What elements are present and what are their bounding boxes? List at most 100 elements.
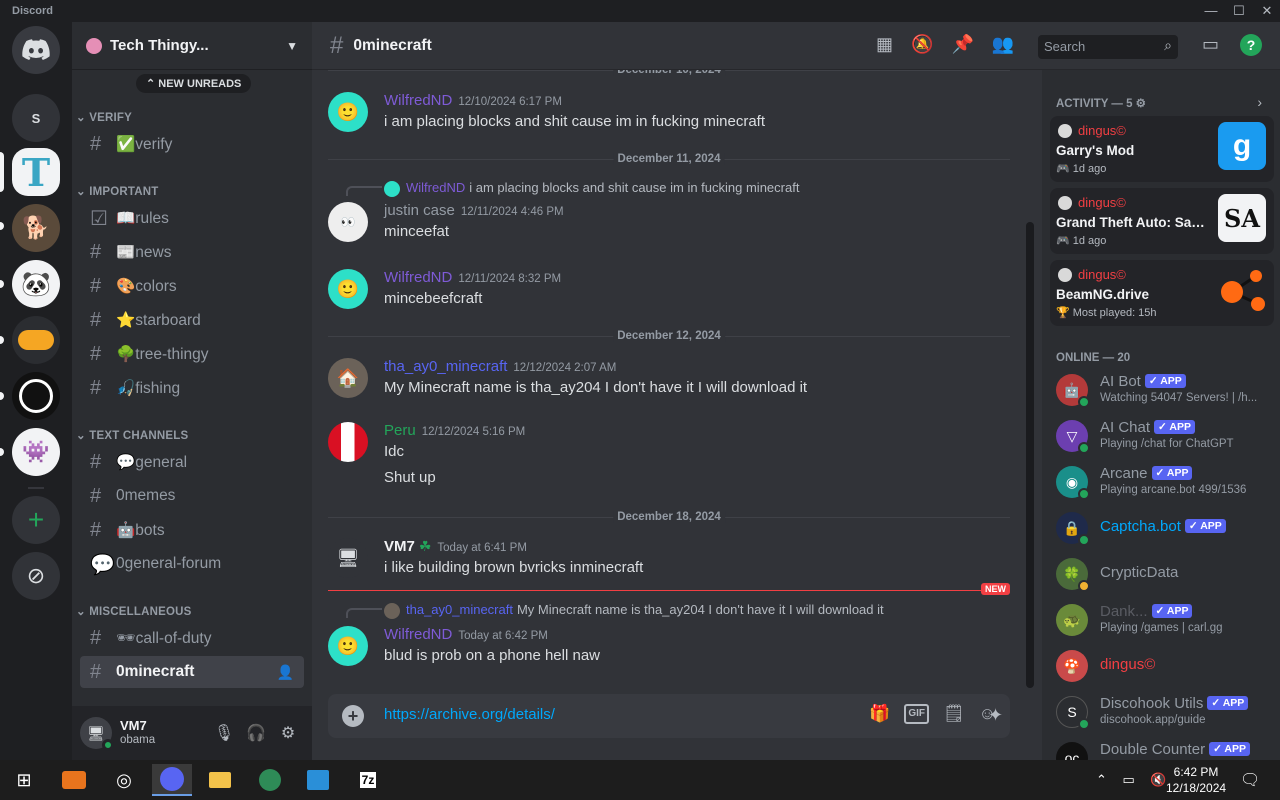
headphones-icon[interactable]: 🎧 [240,717,272,749]
microphone-icon[interactable]: 🎙 [208,717,240,749]
activity-card[interactable]: dingus© Garry's Mod 🎮 1d ago g [1050,116,1274,182]
reply-preview[interactable]: tha_ay0_minecraft My Minecraft name is th… [384,602,884,619]
taskbar-7zip-icon[interactable]: 7z [348,764,388,796]
help-icon[interactable]: ? [1240,34,1262,56]
close-button[interactable]: ✕ [1252,2,1280,20]
member-item[interactable]: ▽ AI Chat ✓ APP Playing /chat for ChatGPT [1056,416,1276,458]
server-reddit-icon[interactable]: 👾 [12,428,60,476]
activity-card[interactable]: dingus© Grand Theft Auto: San ... 🎮 1d a… [1050,188,1274,254]
category-important[interactable]: ⌄ IMPORTANT [76,184,159,198]
avatar[interactable]: 🖥 [328,538,368,578]
activity-header: ACTIVITY — 5 ⚙ [1056,98,1146,110]
gif-button[interactable]: GIF [904,704,930,724]
inbox-icon[interactable]: ▭ [1202,34,1219,55]
new-unreads-pill[interactable]: ⌃ NEW UNREADS [136,74,252,93]
server-obs-icon[interactable] [12,372,60,420]
message-author[interactable]: Peru [384,422,416,439]
server-face-icon[interactable]: 🐼 [12,260,60,308]
message-author[interactable]: WilfredND [384,92,452,109]
server-s[interactable]: S [12,94,60,142]
message: 🖥 VM7 ☘ Today at 6:41 PM i like building b… [328,538,1018,582]
channel-bots[interactable]: # 🤖bots [80,514,304,546]
category-text-channels[interactable]: ⌄ TEXT CHANNELS [76,428,188,442]
pin-icon[interactable]: 📌 [951,34,973,55]
avatar[interactable] [328,422,368,462]
notification-icon[interactable]: 🗨 [1240,770,1260,790]
member-item[interactable]: 🍄 dingus© [1056,646,1276,688]
taskbar-clock[interactable]: 6:42 PM 12/18/2024 [1166,764,1226,796]
taskbar-app-icon[interactable] [54,764,94,796]
category-miscellaneous[interactable]: ⌄ MISCELLANEOUS [76,604,192,618]
add-member-icon[interactable]: 👤 [277,664,294,681]
activity-card[interactable]: dingus© BeamNG.drive 🏆 Most played: 15h [1050,260,1274,326]
message-composer[interactable]: + https://archive.org/details/ 🎁 GIF 🗒 ☺ [328,694,1010,738]
minimize-button[interactable]: — [1196,2,1226,20]
message-author[interactable]: WilfredND [384,626,452,643]
member-item[interactable]: S Discohook Utils ✓ APP discohook.app/gui… [1056,692,1276,734]
search-input[interactable]: Search ⌕ [1038,35,1178,59]
member-item[interactable]: oc Double Counter ✓ APP [1056,738,1276,760]
taskbar-discord-icon[interactable] [152,764,192,796]
server-tech-thingy[interactable]: T [12,148,60,196]
member-item[interactable]: 🔒 Captcha.bot ✓ APP [1056,508,1276,550]
gear-icon[interactable]: ⚙ [272,717,304,749]
message-author[interactable]: tha_ay0_minecraft [384,358,507,375]
taskbar-obs-icon[interactable]: ◎ [104,764,144,796]
maximize-button[interactable]: ☐ [1224,2,1254,20]
user-info[interactable]: VM7 obama [120,719,155,747]
upload-plus-icon[interactable]: + [342,705,364,727]
avatar[interactable]: 👀 [328,202,368,242]
taskbar-app2-icon[interactable] [298,764,338,796]
message-author[interactable]: WilfredND [384,269,452,286]
channel-verify[interactable]: # ✅verify [80,128,304,160]
explore-compass-icon[interactable]: ⊘ [12,552,60,600]
channel-starboard[interactable]: # ⭐starboard [80,304,304,336]
unread-pill [0,392,4,400]
app-badge: ✓ APP [1209,742,1250,756]
member-item[interactable]: 🐢 Dank... ✓ APP Playing /games | carl.gg [1056,600,1276,642]
channel-tree-thingy[interactable]: # 🌳tree-thingy [80,338,304,370]
channel-minecraft[interactable]: #0minecraft 👤 [80,656,304,688]
gift-icon[interactable]: 🎁 [869,704,890,724]
add-server-button[interactable]: + [12,496,60,544]
server-dog-icon[interactable]: 🐕 [12,204,60,252]
channel-rules[interactable]: ☑ 📖rules [80,202,304,234]
chevron-right-icon[interactable]: › [1257,94,1262,110]
channel-memes[interactable]: #0memes [80,480,304,512]
scrollbar[interactable] [1026,222,1034,688]
windows-start-icon[interactable]: ⊞ [4,764,44,796]
notifications-muted-icon[interactable]: 🔕 [911,34,933,55]
message-author[interactable]: VM7 [384,538,415,555]
avatar[interactable]: 🙂 [328,92,368,132]
online-header: ONLINE — 20 [1056,352,1131,364]
taskbar-browser-icon[interactable] [250,764,290,796]
avatar[interactable]: 🏠 [328,358,368,398]
member-item[interactable]: ◉ Arcane ✓ APP Playing arcane.bot 499/153… [1056,462,1276,504]
avatar[interactable]: 🙂 [328,269,368,309]
server-header[interactable]: Tech Thingy... ▼ [72,22,312,70]
members-icon[interactable]: 👥 [992,34,1014,55]
category-verify[interactable]: ⌄ VERIFY [76,110,132,124]
sticker-icon[interactable]: 🗒 [943,704,965,724]
channel-call-of-duty[interactable]: # 🕶call-of-duty [80,622,304,654]
reply-preview[interactable]: WilfredND i am placing blocks and shit ca… [384,180,799,197]
member-item[interactable]: 🤖 AI Bot ✓ APP Watching 54047 Servers! | … [1056,370,1276,412]
message-input[interactable]: https://archive.org/details/ [384,706,555,723]
member-name: Arcane ✓ APP [1100,465,1193,482]
member-item[interactable]: 🍀 CrypticData [1056,554,1276,596]
channel-colors[interactable]: # 🎨colors [80,270,304,302]
direct-messages-button[interactable] [12,26,60,74]
gear-icon[interactable]: ⚙ [1136,98,1146,110]
channel-general[interactable]: # 💬general [80,446,304,478]
avatar[interactable]: 🙂 [328,626,368,666]
system-tray[interactable]: ⌃ ▭ 🔇 [1096,772,1173,788]
avatar[interactable]: 🖥 [80,717,114,751]
channel-news[interactable]: # 📰news [80,236,304,268]
channel-fishing[interactable]: # 🎣fishing [80,372,304,404]
threads-icon[interactable]: ▦ [876,34,893,55]
taskbar-file-explorer-icon[interactable] [200,764,240,796]
server-newgrounds-icon[interactable] [12,316,60,364]
apps-icon[interactable]: ✦ [988,705,1003,726]
message-author[interactable]: justin case [384,202,455,219]
channel-general-forum[interactable]: 💬 0general-forum [80,548,304,580]
